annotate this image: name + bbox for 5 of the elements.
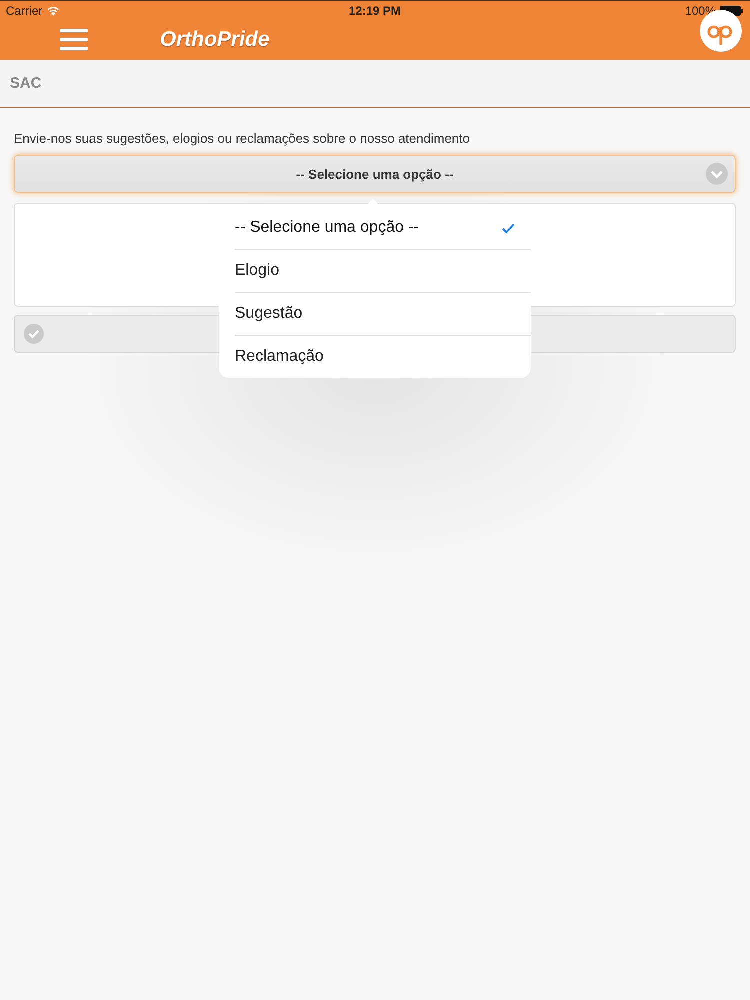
clock-time: 12:19 PM [348, 4, 402, 18]
carrier-label: Carrier [6, 4, 43, 18]
instruction-text: Envie-nos suas sugestões, elogios ou reclamações sobre o nosso atendimento [14, 130, 471, 148]
page-title: SAC [10, 75, 42, 92]
app-title: OrthoPride [160, 28, 270, 52]
